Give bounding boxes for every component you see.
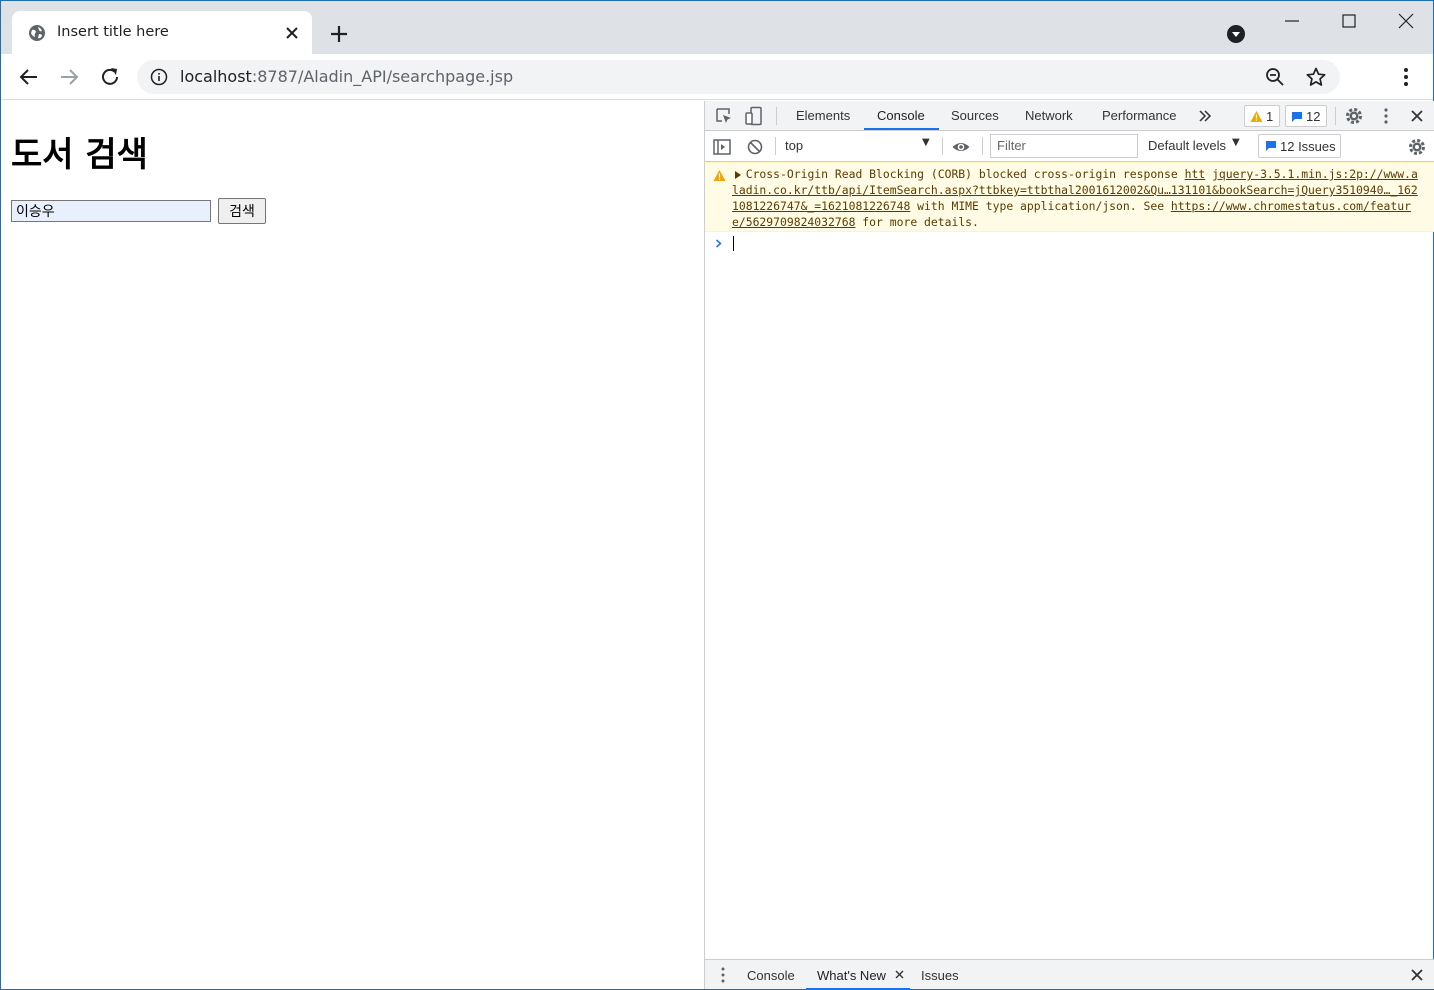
close-devtools-icon[interactable] <box>1407 106 1427 126</box>
eye-icon[interactable] <box>951 137 971 157</box>
messages-badge[interactable]: 12 <box>1285 105 1327 127</box>
tab-elements[interactable]: Elements <box>796 108 850 123</box>
device-toolbar-icon[interactable] <box>744 106 764 126</box>
warning-icon <box>713 170 726 181</box>
clear-console-icon[interactable] <box>745 137 765 157</box>
warning-text-part: for more details. <box>855 215 979 229</box>
inspect-element-icon[interactable] <box>714 106 734 126</box>
minimize-icon[interactable] <box>1277 7 1307 35</box>
separator <box>776 107 777 125</box>
devtools-drawer: Console What's New Issues <box>705 959 1434 990</box>
drawer-tab-issues[interactable]: Issues <box>921 968 959 983</box>
message-icon <box>1292 112 1302 122</box>
dropdown-arrow-icon: ▼ <box>1232 137 1240 148</box>
tab-performance[interactable]: Performance <box>1102 108 1176 123</box>
tab-strip: Insert title here <box>1 1 1433 54</box>
source-link[interactable]: jquery-3.5.1.min.js:2 <box>1212 167 1356 181</box>
address-bar[interactable]: localhost:8787/Aladin_API/searchpage.jsp <box>137 60 1340 94</box>
search-input[interactable] <box>11 200 211 222</box>
page-title: 도서 검색 <box>11 135 148 175</box>
close-icon[interactable] <box>282 23 302 43</box>
warning-text-part: with MIME type application/json. See <box>910 199 1171 213</box>
page-content: 도서 검색 검색 <box>1 101 704 989</box>
close-drawer-icon[interactable] <box>1407 965 1427 985</box>
context-select[interactable]: top <box>785 138 803 153</box>
tab-title: Insert title here <box>57 24 169 40</box>
sidebar-toggle-icon[interactable] <box>712 137 732 157</box>
warning-text: Cross-Origin Read Blocking (CORB) blocke… <box>732 166 1422 230</box>
messages-count: 12 <box>1306 109 1321 124</box>
message-icon <box>1266 141 1276 151</box>
separator <box>1335 107 1336 125</box>
warning-text-part: Cross-Origin Read Blocking (CORB) blocke… <box>745 167 1185 181</box>
browser-toolbar: localhost:8787/Aladin_API/searchpage.jsp <box>1 54 1433 100</box>
log-levels-select[interactable]: Default levels <box>1148 138 1226 153</box>
console-prompt[interactable] <box>705 233 1434 255</box>
maximize-icon[interactable] <box>1334 7 1364 35</box>
issues-label: 12 Issues <box>1280 139 1336 154</box>
warnings-count: 1 <box>1266 109 1274 124</box>
window-close-icon[interactable] <box>1391 7 1421 35</box>
info-icon[interactable] <box>150 68 168 86</box>
plus-icon[interactable] <box>327 22 351 46</box>
globe-icon <box>29 25 45 41</box>
separator <box>775 137 776 155</box>
drawer-tab-whats-new[interactable]: What's New <box>817 968 886 983</box>
kebab-menu-icon[interactable] <box>1396 66 1416 88</box>
devtools-tabbar: Elements Console Sources Network Perform… <box>705 101 1434 131</box>
warning-link[interactable]: htt <box>1185 167 1206 181</box>
separator <box>982 137 983 155</box>
search-button[interactable]: 검색 <box>218 198 266 224</box>
url-text[interactable]: localhost:8787/Aladin_API/searchpage.jsp <box>180 67 513 86</box>
console-warning-message[interactable]: Cross-Origin Read Blocking (CORB) blocke… <box>705 162 1434 232</box>
url-path: :8787/Aladin_API/searchpage.jsp <box>251 67 514 86</box>
settings-gear-icon[interactable] <box>1344 106 1364 126</box>
dropdown-arrow-icon: ▼ <box>922 137 930 148</box>
prompt-chevron-icon <box>716 239 722 248</box>
separator <box>942 137 943 155</box>
star-icon[interactable] <box>1305 66 1327 88</box>
tab-sources[interactable]: Sources <box>951 108 999 123</box>
console-toolbar: top ▼ Filter Default levels ▼ 12 Issues <box>705 131 1434 162</box>
tab-console[interactable]: Console <box>877 108 925 123</box>
tab-search-dropdown-icon[interactable] <box>1226 24 1246 44</box>
back-arrow-icon[interactable] <box>16 64 42 90</box>
browser-tab[interactable]: Insert title here <box>12 11 312 54</box>
issues-button[interactable]: 12 Issues <box>1258 134 1341 158</box>
url-host: localhost <box>180 67 252 86</box>
forward-arrow-icon[interactable] <box>56 64 82 90</box>
zoom-icon[interactable] <box>1265 67 1285 87</box>
drawer-menu-icon[interactable] <box>713 965 733 985</box>
warnings-badge[interactable]: 1 <box>1244 105 1280 127</box>
reload-icon[interactable] <box>97 64 123 90</box>
tab-network[interactable]: Network <box>1025 108 1073 123</box>
more-tabs-chevron-icon[interactable] <box>1195 106 1215 126</box>
text-cursor <box>733 236 734 251</box>
drawer-tab-console[interactable]: Console <box>747 968 795 983</box>
filter-input[interactable]: Filter <box>990 134 1138 158</box>
devtools-panel: Elements Console Sources Network Perform… <box>704 101 1434 990</box>
warning-icon <box>1250 111 1263 122</box>
console-settings-gear-icon[interactable] <box>1407 137 1427 157</box>
devtools-menu-icon[interactable] <box>1376 106 1396 126</box>
close-tab-icon[interactable] <box>895 970 904 979</box>
active-tab-indicator <box>864 128 939 130</box>
